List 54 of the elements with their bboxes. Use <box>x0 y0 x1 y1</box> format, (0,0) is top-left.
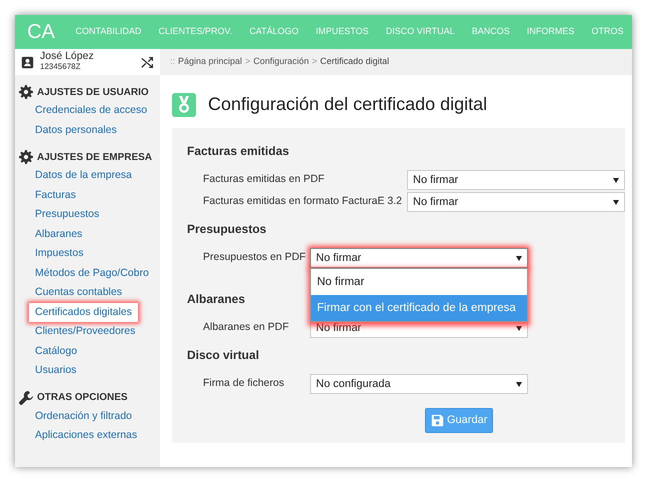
sidebar-link[interactable]: Presupuestos <box>33 205 102 224</box>
gear-icon <box>19 150 33 164</box>
field-label: Facturas emitidas en formato FacturaE 3.2 <box>203 194 404 210</box>
caret-icon <box>516 326 522 330</box>
caret-icon <box>613 178 619 182</box>
breadcrumb-link[interactable]: Configuración <box>253 55 309 69</box>
breadcrumb-link[interactable]: Página principal <box>178 55 242 69</box>
section-title: Facturas emitidas <box>187 143 290 160</box>
sidebar-link[interactable]: Datos de la empresa <box>33 166 134 186</box>
select-field[interactable]: No firmar <box>310 248 528 268</box>
user-id: 12345678Z <box>40 62 82 74</box>
field-label: Facturas emitidas en PDF <box>203 172 326 188</box>
shuffle-icon[interactable] <box>141 56 154 68</box>
sidebar-link[interactable]: Ordenación y filtrado <box>33 406 134 426</box>
sidebar-link[interactable]: Usuarios <box>33 361 78 380</box>
section-title: Presupuestos <box>187 221 266 238</box>
sidebar-link[interactable]: Certificados digitales <box>29 302 138 322</box>
breadcrumb-current: Certificado digital <box>320 55 390 68</box>
section-title: Disco virtual <box>187 347 260 364</box>
select-field[interactable]: No firmar <box>407 192 625 212</box>
gear-icon <box>19 85 33 99</box>
field-label: Albaranes en PDF <box>203 320 290 336</box>
section-heading: AJUSTES DE USUARIO <box>37 86 149 100</box>
section-heading: OTRAS OPCIONES <box>37 391 128 405</box>
page-title: Configuración del certificado digital <box>208 93 488 116</box>
breadcrumb-separator: :: <box>170 55 176 68</box>
section-heading: AJUSTES DE EMPRESA <box>37 150 152 164</box>
caret-icon <box>516 256 522 260</box>
sidebar-link[interactable]: Aplicaciones externas <box>33 426 140 446</box>
breadcrumb-separator: > <box>312 55 318 68</box>
sidebar-link[interactable]: Albaranes <box>33 224 84 244</box>
sidebar-link[interactable]: Facturas <box>33 186 78 205</box>
section-title: Albaranes <box>187 291 246 308</box>
dropdown-option[interactable]: Firmar con el certificado de la empresa <box>311 295 527 321</box>
sidebar-link[interactable]: Métodos de Pago/Cobro <box>33 264 151 283</box>
sidebar-link[interactable]: Clientes/Proveedores <box>33 322 138 342</box>
caret-icon <box>516 382 522 386</box>
user-name: José López <box>40 50 95 62</box>
caret-icon <box>613 200 619 204</box>
sidebar-link[interactable]: Datos personales <box>33 120 119 140</box>
dropdown-option[interactable]: No firmar <box>311 269 527 295</box>
sidebar-link[interactable]: Impuestos <box>33 244 86 264</box>
wrench-icon <box>19 390 33 404</box>
select-field[interactable]: No configurada <box>310 374 528 394</box>
sidebar-link[interactable]: Cuentas contables <box>33 283 124 302</box>
certificate-icon <box>172 92 196 116</box>
save-button[interactable]: Guardar <box>425 408 494 432</box>
sidebar-link[interactable]: Catálogo <box>33 342 80 361</box>
field-label: Presupuestos en PDF <box>203 250 307 266</box>
field-label: Firma de ficheros <box>203 376 286 392</box>
select-field[interactable]: No firmar <box>407 170 625 190</box>
id-card-icon <box>21 56 34 68</box>
breadcrumb-separator: > <box>245 55 250 68</box>
sidebar-link[interactable]: Credenciales de acceso <box>33 101 150 120</box>
